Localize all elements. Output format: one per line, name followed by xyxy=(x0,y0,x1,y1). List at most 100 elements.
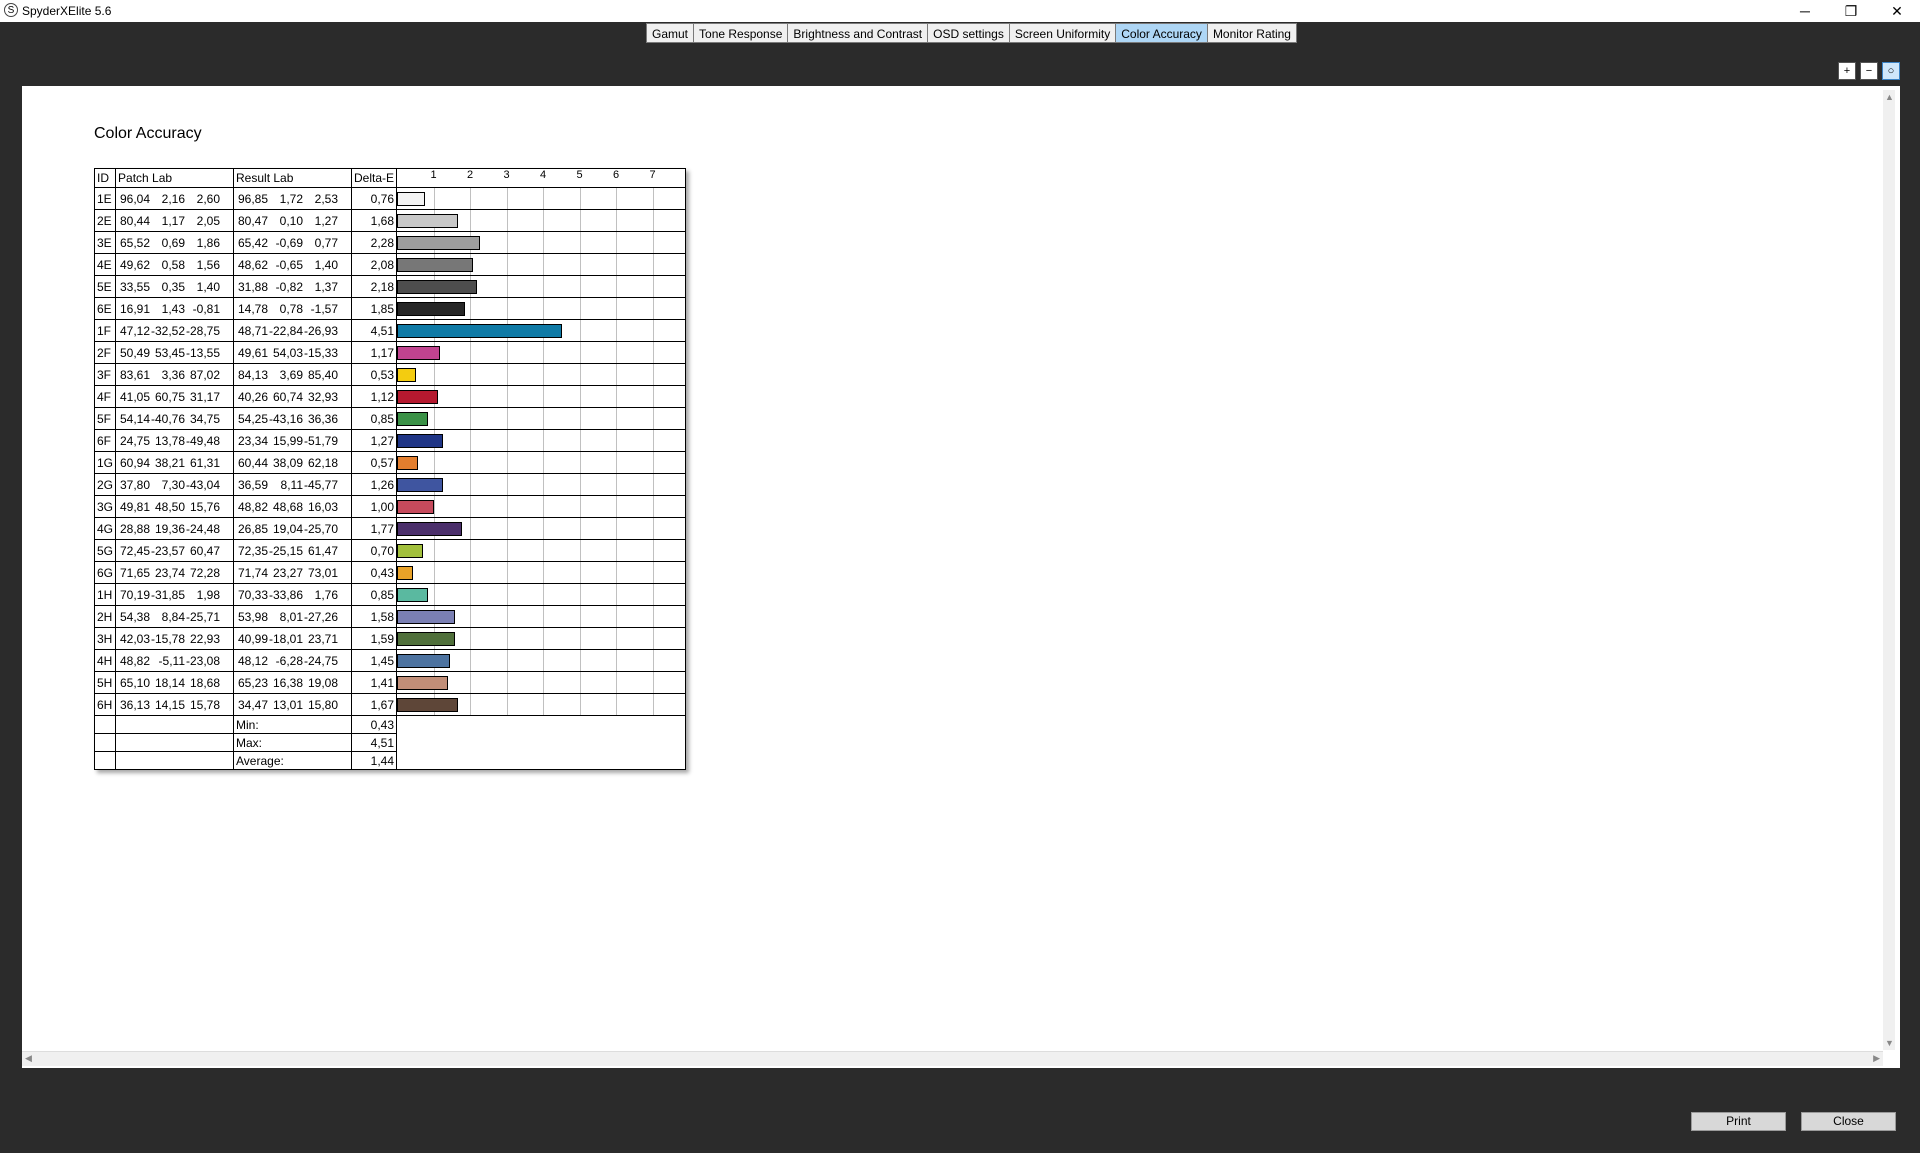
patch-lab-value: 23,74 xyxy=(154,565,186,580)
grid-line xyxy=(579,232,581,253)
delta-e-bar-cell xyxy=(396,583,687,606)
grid-line xyxy=(616,254,618,275)
result-lab-value: 73,01 xyxy=(307,565,339,580)
grid-line xyxy=(543,188,545,209)
axis-tick-label: 2 xyxy=(466,169,474,181)
grid-line xyxy=(470,650,472,671)
grid-line xyxy=(470,694,472,715)
delta-e-bar-cell xyxy=(396,473,687,496)
patch-lab-value: 33,55 xyxy=(119,279,151,294)
close-button[interactable]: Close xyxy=(1801,1112,1896,1131)
delta-e-value: 0,53 xyxy=(351,363,398,386)
horizontal-scrollbar[interactable]: ◀ ▶ xyxy=(22,1051,1883,1066)
grid-line xyxy=(652,254,654,275)
patch-lab-value: 47,12 xyxy=(119,323,151,338)
delta-e-bar xyxy=(397,346,440,360)
patch-lab: 50,49 53,45-13,55 xyxy=(115,341,235,364)
result-lab-value: 48,62 xyxy=(237,257,269,272)
delta-e-bar xyxy=(397,280,477,294)
tab-osd-settings[interactable]: OSD settings xyxy=(927,23,1009,43)
result-lab-value: 80,47 xyxy=(237,213,269,228)
grid-line xyxy=(652,210,654,231)
result-lab-value: -26,93 xyxy=(303,323,339,338)
result-lab: 34,47 13,01 15,80 xyxy=(233,693,353,716)
delta-e-bar xyxy=(397,456,418,470)
result-lab-value: 40,26 xyxy=(237,389,269,404)
patch-lab: 65,52 0,69 1,86 xyxy=(115,231,235,254)
patch-lab-value: 49,81 xyxy=(119,499,151,514)
grid-line xyxy=(543,672,545,693)
grid-line xyxy=(543,606,545,627)
scroll-up-icon[interactable]: ▲ xyxy=(1885,92,1894,102)
scroll-down-icon[interactable]: ▼ xyxy=(1885,1038,1894,1048)
summary-empty xyxy=(93,751,117,770)
patch-lab-value: 15,78 xyxy=(189,697,221,712)
grid-line xyxy=(470,584,472,605)
grid-line xyxy=(579,584,581,605)
delta-e-bar-cell xyxy=(396,231,687,254)
result-lab-value: 32,93 xyxy=(307,389,339,404)
patch-lab-value: 19,36 xyxy=(154,521,186,536)
grid-line xyxy=(652,474,654,495)
delta-e-bar xyxy=(397,500,434,514)
minimize-button[interactable]: ─ xyxy=(1782,0,1828,22)
result-lab-value: 38,09 xyxy=(272,455,304,470)
patch-lab-value: -23,57 xyxy=(150,543,186,558)
summary-label: Average: xyxy=(233,751,353,770)
patch-id: 6H xyxy=(93,693,117,716)
grid-line xyxy=(506,474,508,495)
delta-e-bar xyxy=(397,368,417,382)
delta-e-bar-cell xyxy=(396,363,687,386)
grid-line xyxy=(506,254,508,275)
grid-line xyxy=(470,408,472,429)
grid-line xyxy=(543,430,545,451)
table-row: 1H 70,19-31,85 1,98 70,33-33,86 1,76 0,85 xyxy=(93,583,687,606)
table-row: 1F 47,12-32,52-28,75 48,71-22,84-26,93 4,51 xyxy=(93,319,687,342)
grid-line xyxy=(470,430,472,451)
tab-brightness-and-contrast[interactable]: Brightness and Contrast xyxy=(787,23,928,43)
patch-lab: 16,91 1,43 -0,81 xyxy=(115,297,235,320)
tab-screen-uniformity[interactable]: Screen Uniformity xyxy=(1008,23,1116,43)
tab-color-accuracy[interactable]: Color Accuracy xyxy=(1115,23,1207,43)
zoom-in-icon[interactable]: + xyxy=(1838,62,1856,80)
result-lab-value: 19,04 xyxy=(272,521,304,536)
delta-e-value: 1,58 xyxy=(351,605,398,628)
zoom-out-icon[interactable]: − xyxy=(1860,62,1878,80)
tab-tone-response[interactable]: Tone Response xyxy=(693,23,788,43)
result-lab: 54,25-43,16 36,36 xyxy=(233,407,353,430)
patch-lab-value: 50,49 xyxy=(119,345,151,360)
delta-e-bar xyxy=(397,522,462,536)
tab-monitor-rating[interactable]: Monitor Rating xyxy=(1206,23,1297,43)
close-window-button[interactable]: ✕ xyxy=(1874,0,1920,22)
patch-lab-value: 34,75 xyxy=(189,411,221,426)
grid-line xyxy=(543,584,545,605)
delta-e-bar xyxy=(397,412,429,426)
grid-line xyxy=(543,298,545,319)
result-lab: 36,59 8,11-45,77 xyxy=(233,473,353,496)
result-lab: 65,23 16,38 19,08 xyxy=(233,671,353,694)
print-button[interactable]: Print xyxy=(1691,1112,1786,1131)
zoom-fit-icon[interactable]: ○ xyxy=(1882,62,1900,80)
grid-line xyxy=(433,584,435,605)
scroll-right-icon[interactable]: ▶ xyxy=(1873,1053,1880,1064)
grid-line xyxy=(579,254,581,275)
delta-e-bar xyxy=(397,478,444,492)
grid-line xyxy=(433,562,435,583)
vertical-scrollbar[interactable]: ▲ ▼ xyxy=(1883,90,1895,1050)
delta-e-value: 0,76 xyxy=(351,187,398,210)
patch-id: 6E xyxy=(93,297,117,320)
grid-line xyxy=(543,540,545,561)
summary-empty xyxy=(115,733,235,752)
scroll-left-icon[interactable]: ◀ xyxy=(25,1053,32,1064)
grid-line xyxy=(543,628,545,649)
result-lab: 31,88 -0,82 1,37 xyxy=(233,275,353,298)
tab-gamut[interactable]: Gamut xyxy=(646,23,694,43)
grid-line xyxy=(506,650,508,671)
restore-button[interactable]: ❐ xyxy=(1828,0,1874,22)
delta-e-value: 0,85 xyxy=(351,407,398,430)
delta-e-bar-cell xyxy=(396,517,687,540)
patch-lab-value: 83,61 xyxy=(119,367,151,382)
header-result-lab: Result Lab xyxy=(233,168,353,188)
axis-tick-label: 3 xyxy=(503,169,510,181)
grid-line xyxy=(433,364,435,385)
